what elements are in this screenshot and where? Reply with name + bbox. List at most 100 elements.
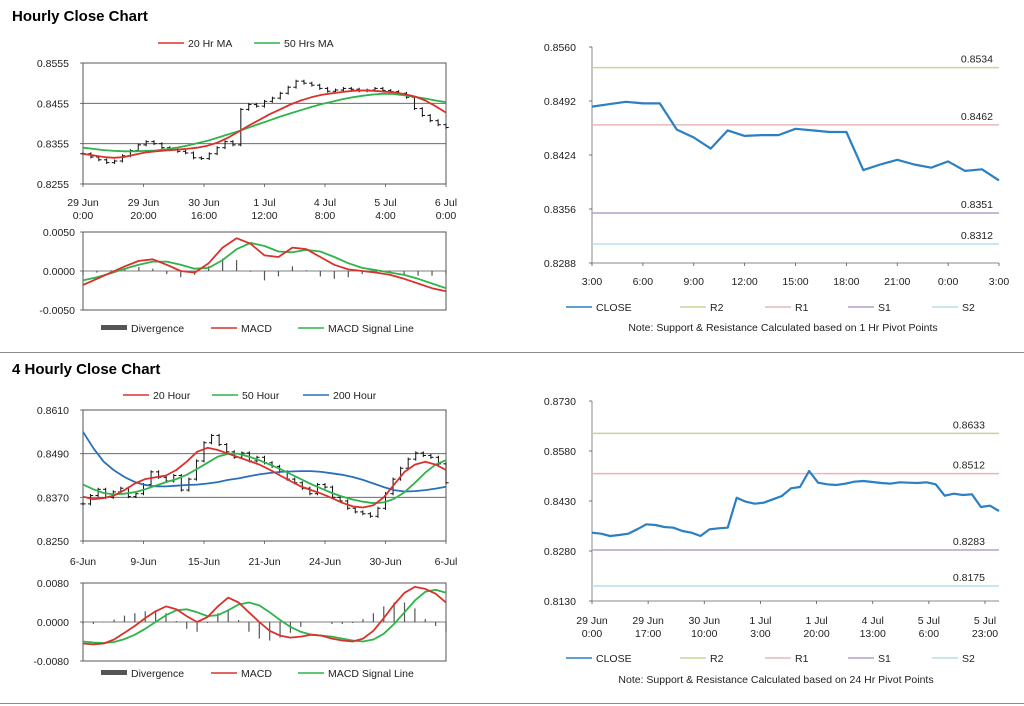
legend-label: 50 Hour — [242, 390, 280, 402]
x-tick-label: 12:00 — [731, 276, 757, 288]
x-tick-label: 9:00 — [684, 276, 705, 288]
y-tick-label: 0.8555 — [37, 58, 69, 70]
x-tick-label: 23:00 — [972, 628, 998, 640]
y-tick-label: 0.8560 — [544, 42, 576, 54]
chart-note: Note: Support & Resistance Calculated ba… — [618, 674, 933, 686]
macd-signal-line — [82, 241, 447, 290]
x-tick-label: 29 Jun — [128, 197, 160, 209]
pivot-label-r2: 0.8534 — [961, 54, 993, 66]
legend-label: MACD — [241, 323, 272, 335]
x-tick-label: 18:00 — [833, 276, 859, 288]
legend-label: Divergence — [131, 668, 184, 680]
y-tick-label: 0.8250 — [37, 536, 69, 548]
close-line — [591, 100, 1000, 182]
x-tick-label: 4 Jul — [314, 197, 336, 209]
legend-label: S1 — [878, 653, 891, 665]
x-tick-label: 21:00 — [884, 276, 910, 288]
y-tick-label: 0.8130 — [544, 596, 576, 608]
legend-label: MACD — [241, 668, 272, 680]
y-tick-label: 0.8492 — [544, 96, 576, 108]
x-tick-label: 5 Jul — [374, 197, 396, 209]
x-tick-label: 29 Jun — [632, 615, 664, 627]
close-line — [591, 469, 1000, 538]
y-tick-label: -0.0050 — [39, 305, 75, 317]
legend-label: Divergence — [131, 323, 184, 335]
y-tick-label: 0.8288 — [544, 258, 576, 270]
x-tick-label: 6-Jun — [70, 556, 96, 568]
four-hourly-price-plot-area — [82, 409, 447, 542]
y-tick-label: 0.8610 — [37, 405, 69, 417]
x-tick-label: 17:00 — [635, 628, 661, 640]
x-tick-label: 3:00 — [989, 276, 1010, 288]
pivot-label-r1: 0.8462 — [961, 111, 993, 123]
y-tick-label: 0.8580 — [544, 446, 576, 458]
y-tick-label: 0.0000 — [43, 266, 75, 278]
y-tick-label: 0.8430 — [544, 496, 576, 508]
legend-label: S2 — [962, 653, 975, 665]
legend-label: 20 Hour — [153, 390, 191, 402]
y-tick-label: 0.0050 — [43, 227, 75, 239]
y-tick-label: 0.8455 — [37, 98, 69, 110]
x-tick-label: 4:00 — [375, 210, 396, 222]
x-tick-label: 15:00 — [782, 276, 808, 288]
y-tick-label: -0.0080 — [33, 656, 69, 668]
y-tick-label: 0.8490 — [37, 449, 69, 461]
hourly-price-plot-area — [82, 62, 447, 185]
macd-signal-line — [82, 588, 447, 644]
x-tick-label: 8:00 — [315, 210, 336, 222]
x-tick-label: 21-Jun — [248, 556, 280, 568]
legend-swatch — [101, 670, 127, 675]
x-tick-label: 1 Jul — [749, 615, 771, 627]
y-tick-label: 0.8356 — [544, 204, 576, 216]
y-tick-label: 0.8730 — [544, 396, 576, 408]
x-tick-label: 20:00 — [803, 628, 829, 640]
x-tick-label: 5 Jul — [918, 615, 940, 627]
x-tick-label: 1 Jul — [805, 615, 827, 627]
x-tick-label: 30-Jun — [369, 556, 401, 568]
x-tick-label: 5 Jul — [974, 615, 996, 627]
x-tick-label: 30 Jun — [689, 615, 721, 627]
x-tick-label: 3:00 — [582, 276, 603, 288]
legend-label: 20 Hr MA — [188, 38, 232, 50]
legend-label: 50 Hrs MA — [284, 38, 334, 50]
legend-label: S1 — [878, 302, 891, 314]
x-tick-label: 29 Jun — [67, 197, 99, 209]
x-tick-label: 3:00 — [750, 628, 771, 640]
pivot-label-r1: 0.8512 — [953, 460, 985, 472]
y-tick-label: 0.8255 — [37, 179, 69, 191]
x-tick-label: 16:00 — [191, 210, 217, 222]
y-tick-label: 0.8424 — [544, 150, 576, 162]
x-tick-label: 0:00 — [582, 628, 603, 640]
legend-label: CLOSE — [596, 302, 632, 314]
chart-note: Note: Support & Resistance Calculated ba… — [628, 322, 937, 334]
legend-label: S2 — [962, 302, 975, 314]
x-tick-label: 10:00 — [691, 628, 717, 640]
legend-label: MACD Signal Line — [328, 323, 414, 335]
macd-line — [82, 586, 447, 646]
legend-swatch — [101, 325, 127, 330]
y-tick-label: 0.0000 — [37, 617, 69, 629]
x-tick-label: 29 Jun — [576, 615, 608, 627]
y-tick-label: 0.8370 — [37, 492, 69, 504]
legend-label: CLOSE — [596, 653, 632, 665]
pivot-label-s2: 0.8312 — [961, 230, 993, 242]
pivot-label-r2: 0.8633 — [953, 419, 985, 431]
x-tick-label: 6:00 — [633, 276, 654, 288]
x-tick-label: 24-Jun — [309, 556, 341, 568]
x-tick-label: 6 Jul — [435, 197, 457, 209]
x-tick-label: 9-Jun — [130, 556, 156, 568]
x-tick-label: 20:00 — [130, 210, 156, 222]
y-tick-label: 0.0080 — [37, 578, 69, 590]
legend-label: R2 — [710, 302, 724, 314]
pivot-label-s1: 0.8351 — [961, 199, 993, 211]
x-tick-label: 6:00 — [919, 628, 940, 640]
y-tick-label: 0.8280 — [544, 546, 576, 558]
x-tick-label: 30 Jun — [188, 197, 220, 209]
legend-label: R1 — [795, 653, 809, 665]
x-tick-label: 0:00 — [938, 276, 959, 288]
legend-label: 200 Hour — [333, 390, 377, 402]
x-tick-label: 12:00 — [251, 210, 277, 222]
charts-canvas: 0.85550.84550.83550.825529 Jun0:0029 Jun… — [33, 38, 1010, 686]
pivot-label-s1: 0.8283 — [953, 536, 985, 548]
x-tick-label: 4 Jul — [862, 615, 884, 627]
